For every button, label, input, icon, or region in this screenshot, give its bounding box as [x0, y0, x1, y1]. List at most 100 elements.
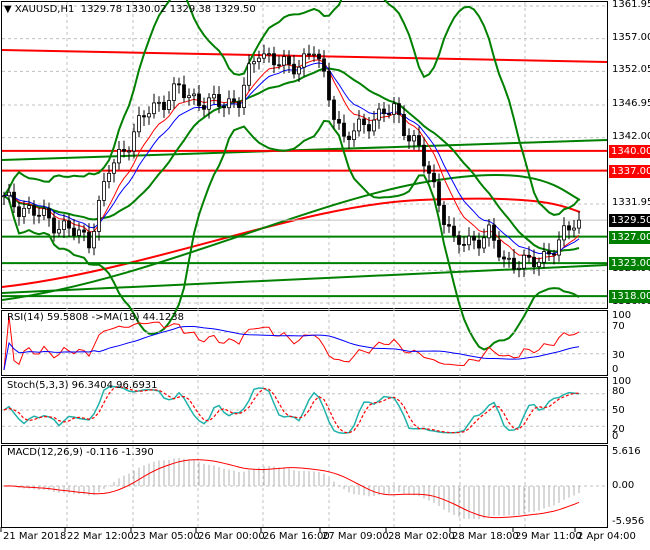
candle-body	[527, 254, 531, 258]
candle-body	[162, 101, 166, 110]
candle-body	[472, 235, 476, 241]
candle-body	[417, 135, 421, 146]
candle-body	[17, 206, 21, 217]
macd-signal-line	[3, 459, 580, 519]
candle-body	[167, 100, 171, 110]
candle-body	[547, 251, 551, 255]
candle-body	[292, 63, 296, 75]
time-tick-label: 29 Mar 11:00	[515, 531, 582, 542]
candle-body	[482, 237, 486, 249]
price-tick-label: 1357.00	[612, 31, 650, 43]
candle-body	[122, 149, 126, 152]
candle-body	[7, 191, 11, 197]
time-tick-label: 28 Mar 18:00	[452, 531, 519, 542]
candle-body	[187, 95, 191, 99]
candle-body	[442, 204, 446, 225]
level-price-tag: 1327.00	[609, 230, 650, 244]
time-tick-label: 2 Apr 04:00	[577, 531, 636, 542]
candle-body	[57, 229, 61, 234]
symbol-header: ▼ XAUUSD,H1 1329.78 1330.02 1329.38 1329…	[4, 4, 256, 15]
candle-body	[107, 172, 111, 182]
bollinger-middle	[3, 67, 580, 253]
open-value: 1329.78	[80, 4, 123, 15]
candle-body	[27, 205, 31, 209]
candle-body	[22, 207, 26, 217]
macd-axis-label: 0.00	[612, 480, 635, 491]
time-tick-label: 27 Mar 09:00	[322, 531, 389, 542]
candle-body	[77, 229, 81, 236]
time-tick-label: 26 Mar 16:00	[263, 531, 330, 542]
low-value: 1329.38	[169, 4, 212, 15]
price-tick-label: 1346.95	[612, 98, 650, 109]
close-value: 1329.50	[214, 4, 256, 15]
candle-body	[237, 101, 241, 108]
candle-body	[317, 53, 321, 60]
time-tick-label: 26 Mar 00:00	[198, 531, 265, 542]
lower-green-trendline	[1, 264, 608, 294]
candle-body	[327, 70, 331, 101]
candle-body	[102, 181, 106, 201]
macd-label: MACD(12,26,9) -0.116 -1.390	[7, 447, 154, 458]
candle-body	[542, 251, 546, 263]
candle-body	[567, 225, 571, 231]
time-tick-label: 23 Mar 05:00	[133, 531, 200, 542]
candle-body	[72, 227, 76, 236]
candle-body	[492, 224, 496, 241]
candle-body	[92, 231, 96, 249]
stoch-axis-label: 50	[612, 405, 625, 416]
candle-body	[282, 56, 286, 66]
candle-body	[427, 165, 431, 174]
candle-body	[522, 254, 526, 269]
candle-body	[452, 225, 456, 237]
candle-body	[242, 84, 246, 108]
candle-body	[432, 172, 436, 183]
candle-body	[507, 257, 511, 260]
candle-body	[297, 66, 301, 75]
macd-axis-label: 5.616	[612, 446, 641, 457]
candle-body	[252, 61, 256, 65]
candle-body	[37, 214, 41, 217]
level-price-tag: 1337.00	[609, 164, 650, 178]
bollinger-upper	[3, 0, 580, 216]
candle-body	[502, 256, 506, 260]
candle-body	[357, 118, 361, 132]
current-price-tag: 1329.50	[609, 214, 650, 228]
candle-body	[457, 235, 461, 245]
candle-body	[382, 108, 386, 115]
candle-body	[212, 94, 216, 99]
level-price-tag: 1323.00	[609, 257, 650, 271]
candle-body	[227, 98, 231, 109]
stoch-axis-label: 0	[612, 431, 619, 442]
candle-body	[532, 256, 536, 267]
high-value: 1330.02	[125, 4, 167, 15]
price-tick-label: 1361.95	[612, 0, 650, 10]
candle-body	[447, 224, 451, 227]
candle-body	[177, 83, 181, 86]
time-tick-label: 22 Mar 12:00	[67, 531, 134, 542]
candle-body	[577, 219, 581, 229]
candle-body	[32, 205, 36, 216]
time-tick-label: 21 Mar 2018	[3, 531, 67, 542]
candle-body	[97, 200, 101, 232]
rsi-axis-label: 0	[612, 364, 619, 375]
candle-body	[182, 84, 186, 99]
candle-body	[467, 235, 471, 246]
candle-body	[2, 195, 6, 198]
candle-body	[52, 217, 56, 234]
candle-body	[112, 162, 116, 174]
candle-body	[272, 53, 276, 66]
candle-body	[377, 108, 381, 121]
candle-body	[557, 239, 561, 256]
chart-canvas[interactable]	[0, 0, 650, 550]
symbol-label: XAUUSD,H1	[14, 4, 75, 15]
candle-body	[192, 93, 196, 97]
candle-body	[157, 101, 161, 104]
rsi-ma-line	[3, 326, 580, 371]
candle-body	[307, 53, 311, 56]
candle-body	[62, 220, 66, 230]
candle-body	[67, 220, 71, 229]
candle-body	[277, 64, 281, 67]
candle-body	[437, 181, 441, 206]
level-price-tag: 1340.00	[609, 144, 650, 158]
collapse-triangle-icon[interactable]: ▼	[4, 4, 12, 15]
